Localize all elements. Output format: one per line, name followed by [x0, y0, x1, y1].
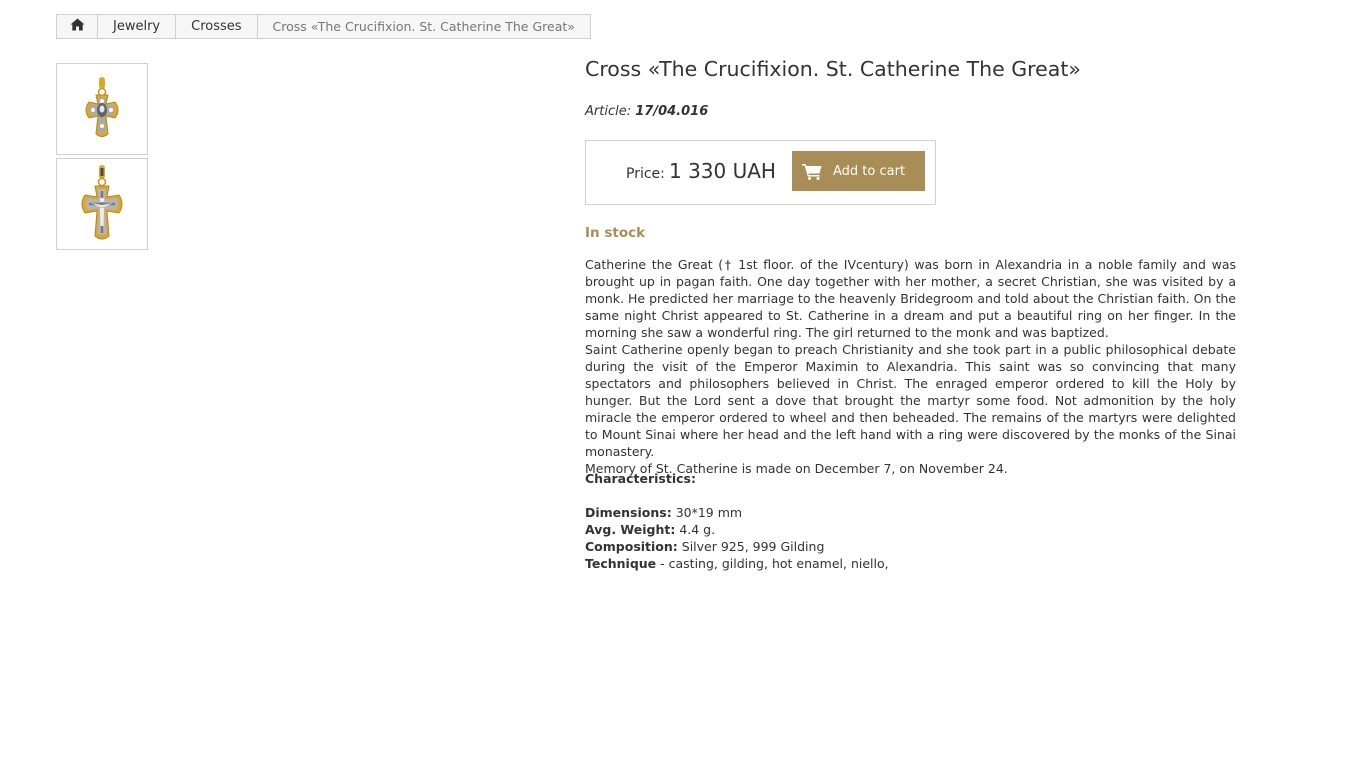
add-to-cart-label: Add to cart	[833, 163, 906, 179]
characteristic-row: Avg. Weight: 4.4 g.	[585, 521, 1236, 538]
characteristic-label: Composition:	[585, 539, 678, 554]
article-value: 17/04.016	[635, 104, 709, 119]
breadcrumb: Jewelry Crosses Cross «The Crucifixion. …	[56, 14, 591, 39]
characteristics-heading: Characteristics:	[585, 471, 696, 486]
breadcrumb-current: Cross «The Crucifixion. St. Catherine Th…	[272, 19, 575, 34]
shopping-cart-icon	[802, 163, 822, 180]
product-page: Jewelry Crosses Cross «The Crucifixion. …	[0, 0, 1364, 768]
cross-pendant-front-icon	[85, 77, 119, 137]
home-icon	[70, 18, 85, 35]
price-value: 1 330 UAH	[669, 159, 776, 183]
characteristic-value: Silver 925, 999 Gilding	[677, 539, 825, 554]
product-thumbnail-2[interactable]	[56, 158, 148, 250]
breadcrumb-home[interactable]	[57, 15, 98, 38]
characteristic-label: Avg. Weight:	[585, 522, 676, 537]
product-article: Article: 17/04.016	[585, 104, 708, 119]
price-box: Price: 1 330 UAH Add to cart	[585, 140, 936, 205]
characteristics: Characteristics: Dimensions: 30*19 mm Av…	[585, 470, 1236, 572]
characteristic-row: Technique - casting, gilding, hot enamel…	[585, 555, 1236, 572]
description-paragraph: Saint Catherine openly began to preach C…	[585, 342, 1236, 459]
breadcrumb-item-jewelry[interactable]: Jewelry	[98, 15, 177, 38]
characteristic-value: 4.4 g.	[675, 522, 716, 537]
characteristic-value: - casting, gilding, hot enamel, niello,	[656, 556, 889, 571]
characteristic-label: Dimensions:	[585, 505, 672, 520]
article-label: Article:	[585, 104, 632, 119]
price-label: Price:	[626, 166, 665, 182]
product-thumbnail-1[interactable]	[56, 63, 148, 155]
characteristic-value: 30*19 mm	[671, 505, 743, 520]
characteristic-row: Composition: Silver 925, 999 Gilding	[585, 538, 1236, 555]
characteristic-row: Dimensions: 30*19 mm	[585, 504, 1236, 521]
cross-pendant-crucifix-icon	[81, 165, 123, 240]
product-title: Cross «The Crucifixion. St. Catherine Th…	[585, 57, 1081, 81]
characteristic-label: Technique	[585, 556, 657, 571]
product-description: Catherine the Great († 1st floor. of the…	[585, 256, 1236, 477]
add-to-cart-button[interactable]: Add to cart	[792, 151, 925, 191]
description-paragraph: Catherine the Great († 1st floor. of the…	[585, 257, 1236, 340]
stock-status: In stock	[585, 225, 646, 241]
breadcrumb-item-crosses[interactable]: Crosses	[176, 15, 258, 38]
